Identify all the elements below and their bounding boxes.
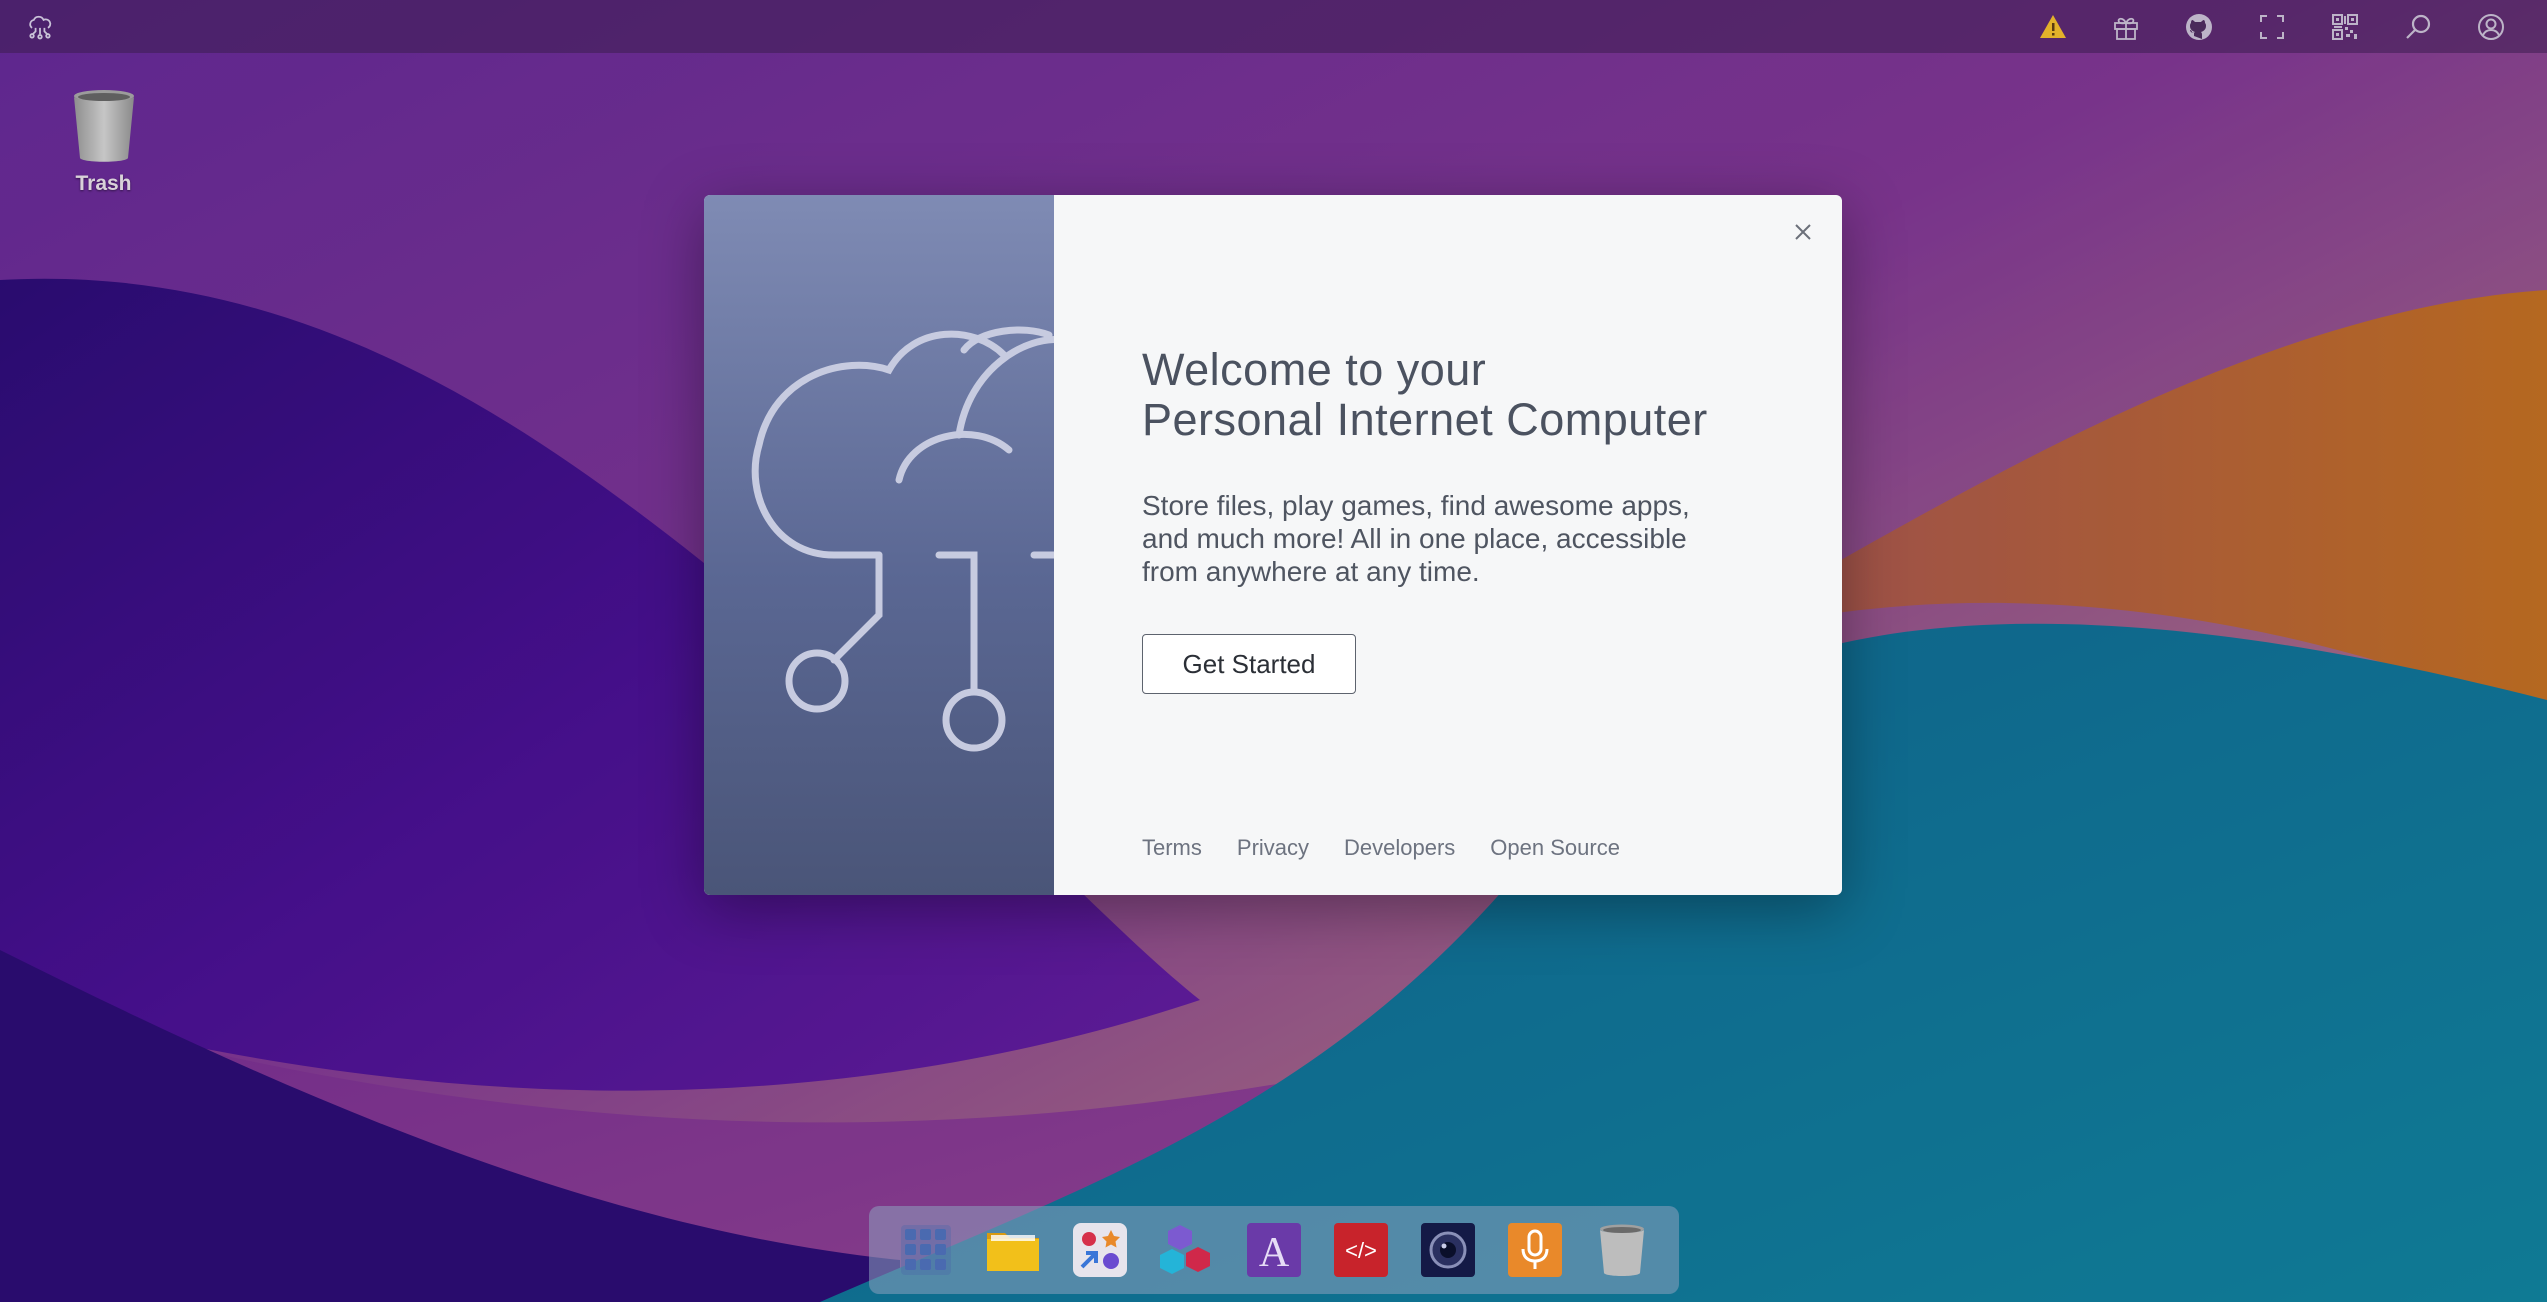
welcome-description-line-1: Store files, play games, find awesome ap… [1142, 490, 1690, 521]
dock-recorder[interactable] [1505, 1220, 1565, 1280]
fullscreen-icon[interactable] [2235, 0, 2308, 53]
camera-icon [1421, 1223, 1475, 1277]
welcome-title: Welcome to your Personal Internet Comput… [1142, 345, 1842, 445]
welcome-dialog: Welcome to your Personal Internet Comput… [704, 195, 1842, 895]
app-center-icon [1073, 1223, 1127, 1277]
microphone-icon [1508, 1223, 1562, 1277]
dock-files[interactable] [983, 1220, 1043, 1280]
welcome-description-line-3: from anywhere at any time. [1142, 556, 1480, 587]
desktop-trash[interactable]: Trash [56, 88, 151, 196]
warning-icon[interactable] [2016, 0, 2089, 53]
dock-camera[interactable] [1418, 1220, 1478, 1280]
svg-text:A: A [1259, 1230, 1290, 1276]
dock-dev-center[interactable] [1157, 1220, 1217, 1280]
welcome-content: Welcome to your Personal Internet Comput… [1054, 195, 1842, 895]
grid-icon [901, 1225, 951, 1275]
folder-icon [987, 1233, 1039, 1271]
footer-links: Terms Privacy Developers Open Source [1142, 835, 1620, 861]
user-account-icon[interactable] [2454, 0, 2527, 53]
taskbar-dock: A </> [869, 1206, 1679, 1294]
open-source-link[interactable]: Open Source [1490, 835, 1620, 861]
dock-trash[interactable] [1592, 1220, 1652, 1280]
developers-link[interactable]: Developers [1344, 835, 1455, 861]
cubes-icon [1160, 1225, 1210, 1274]
dock-app-center[interactable] [1070, 1220, 1130, 1280]
welcome-title-line-2: Personal Internet Computer [1142, 394, 1708, 445]
get-started-button[interactable]: Get Started [1142, 634, 1356, 694]
welcome-description: Store files, play games, find awesome ap… [1142, 489, 1742, 588]
trash-can-icon [73, 90, 134, 162]
close-icon [1795, 224, 1811, 240]
code-icon: </> [1334, 1223, 1388, 1277]
welcome-title-line-1: Welcome to your [1142, 344, 1487, 395]
close-button[interactable] [1786, 215, 1820, 249]
dock-app-launcher[interactable] [896, 1220, 956, 1280]
search-icon[interactable] [2381, 0, 2454, 53]
gift-icon[interactable] [2089, 0, 2162, 53]
welcome-description-line-2: and much more! All in one place, accessi… [1142, 523, 1687, 554]
dock-code-editor[interactable]: </> [1331, 1220, 1391, 1280]
letter-a-icon: A [1247, 1223, 1301, 1277]
desktop-item-label: Trash [75, 172, 132, 195]
dock-font-editor[interactable]: A [1244, 1220, 1304, 1280]
welcome-illustration-panel [704, 195, 1054, 895]
cloud-network-illustration-icon [751, 326, 1054, 752]
qr-code-icon[interactable] [2308, 0, 2381, 53]
cloud-logo-icon[interactable] [20, 0, 60, 53]
privacy-link[interactable]: Privacy [1237, 835, 1309, 861]
svg-text:</>: </> [1345, 1238, 1377, 1263]
trash-can-icon [1600, 1224, 1644, 1276]
github-icon[interactable] [2162, 0, 2235, 53]
terms-link[interactable]: Terms [1142, 835, 1202, 861]
top-menu-bar [0, 0, 2547, 53]
